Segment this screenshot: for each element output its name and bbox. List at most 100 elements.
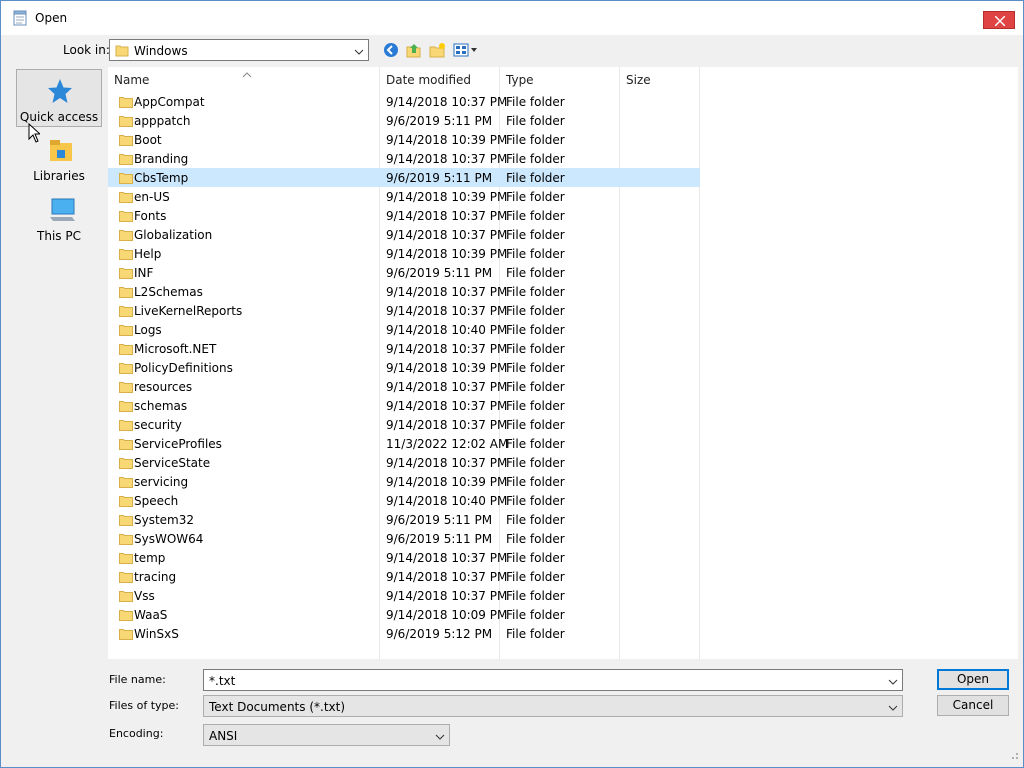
file-type-select[interactable]: Text Documents (*.txt) (203, 695, 903, 717)
file-row[interactable]: Help 9/14/2018 10:39 PM File folder (108, 244, 700, 263)
file-row[interactable]: Vss 9/14/2018 10:37 PM File folder (108, 586, 700, 605)
file-type: File folder (506, 209, 565, 223)
file-type: File folder (506, 228, 565, 242)
file-name-value: *.txt (209, 674, 236, 688)
file-row[interactable]: temp 9/14/2018 10:37 PM File folder (108, 548, 700, 567)
file-name: Speech (134, 494, 179, 508)
new-folder-icon[interactable] (429, 42, 447, 61)
file-row[interactable]: LiveKernelReports 9/14/2018 10:37 PM File … (108, 301, 700, 320)
file-row[interactable]: tracing 9/14/2018 10:37 PM File folder (108, 567, 700, 586)
resize-grip-icon[interactable] (1009, 749, 1019, 763)
file-row[interactable]: Logs 9/14/2018 10:40 PM File folder (108, 320, 700, 339)
file-date: 11/3/2022 12:02 AM (386, 437, 509, 451)
file-row[interactable]: WaaS 9/14/2018 10:09 PM File folder (108, 605, 700, 624)
folder-icon (119, 286, 133, 298)
folder-icon (119, 134, 133, 146)
file-row[interactable]: ServiceState 9/14/2018 10:37 PM File folde… (108, 453, 700, 472)
file-date: 9/14/2018 10:37 PM (386, 418, 508, 432)
file-date: 9/14/2018 10:37 PM (386, 228, 508, 242)
file-row[interactable]: Fonts 9/14/2018 10:37 PM File folder (108, 206, 700, 225)
file-name-input[interactable]: *.txt (203, 669, 903, 691)
place-quick-access[interactable]: Quick access (16, 69, 102, 127)
file-name: Boot (134, 133, 162, 147)
file-type: File folder (506, 551, 565, 565)
close-button[interactable] (983, 11, 1015, 29)
place-label: Libraries (33, 169, 85, 183)
open-button[interactable]: Open (937, 669, 1009, 690)
file-type: File folder (506, 532, 565, 546)
file-date: 9/14/2018 10:37 PM (386, 380, 508, 394)
file-row[interactable]: security 9/14/2018 10:37 PM File folder (108, 415, 700, 434)
file-type: File folder (506, 247, 565, 261)
folder-icon (119, 96, 133, 108)
place-this-pc[interactable]: This PC (16, 189, 102, 247)
look-in-combo[interactable]: Windows (109, 39, 369, 61)
file-type: File folder (506, 266, 565, 280)
folder-icon (119, 419, 133, 431)
chevron-down-icon (354, 45, 364, 59)
folder-icon (119, 628, 133, 640)
file-row[interactable]: System32 9/6/2019 5:11 PM File folder (108, 510, 700, 529)
file-row[interactable]: PolicyDefinitions 9/14/2018 10:39 PM File … (108, 358, 700, 377)
file-list[interactable]: Name Date modified Type Size AppCompat 9/… (108, 67, 1018, 659)
view-menu-icon[interactable] (453, 42, 479, 61)
file-date: 9/14/2018 10:37 PM (386, 570, 508, 584)
file-name: AppCompat (134, 95, 205, 109)
file-row[interactable]: AppCompat 9/14/2018 10:37 PM File folder (108, 92, 700, 111)
file-row[interactable]: CbsTemp 9/6/2019 5:11 PM File folder (108, 168, 700, 187)
file-row[interactable]: Branding 9/14/2018 10:37 PM File folder (108, 149, 700, 168)
file-type: File folder (506, 437, 565, 451)
file-date: 9/14/2018 10:09 PM (386, 608, 508, 622)
file-type: File folder (506, 361, 565, 375)
file-date: 9/14/2018 10:37 PM (386, 304, 508, 318)
star-icon (47, 78, 73, 107)
folder-icon (119, 571, 133, 583)
libraries-icon (48, 137, 74, 166)
encoding-label: Encoding: (109, 727, 164, 740)
file-date: 9/14/2018 10:40 PM (386, 323, 508, 337)
file-date: 9/14/2018 10:37 PM (386, 399, 508, 413)
file-type: File folder (506, 342, 565, 356)
file-name: ServiceProfiles (134, 437, 222, 451)
file-row[interactable]: SysWOW64 9/6/2019 5:11 PM File folder (108, 529, 700, 548)
folder-icon (119, 362, 133, 374)
sort-ascending-icon (242, 67, 252, 81)
column-header-name[interactable]: Name (114, 73, 149, 87)
file-date: 9/14/2018 10:39 PM (386, 361, 508, 375)
up-folder-icon[interactable] (406, 42, 422, 61)
window-title: Open (35, 11, 68, 25)
file-row[interactable]: resources 9/14/2018 10:37 PM File folder (108, 377, 700, 396)
folder-icon (119, 210, 133, 222)
file-row[interactable]: Speech 9/14/2018 10:40 PM File folder (108, 491, 700, 510)
file-type-label: Files of type: (109, 699, 180, 712)
file-row[interactable]: schemas 9/14/2018 10:37 PM File folder (108, 396, 700, 415)
chevron-down-icon (435, 730, 445, 744)
file-row[interactable]: en-US 9/14/2018 10:39 PM File folder (108, 187, 700, 206)
cancel-button[interactable]: Cancel (937, 695, 1009, 716)
back-icon[interactable] (383, 42, 399, 61)
file-type: File folder (506, 190, 565, 204)
file-row[interactable]: WinSxS 9/6/2019 5:12 PM File folder (108, 624, 700, 643)
file-row[interactable]: INF 9/6/2019 5:11 PM File folder (108, 263, 700, 282)
file-name: INF (134, 266, 154, 280)
file-row[interactable]: ServiceProfiles 11/3/2022 12:02 AM File fo… (108, 434, 700, 453)
folder-icon (119, 400, 133, 412)
column-header-type[interactable]: Type (506, 73, 534, 87)
folder-icon (115, 43, 129, 60)
mouse-pointer-icon (28, 122, 42, 146)
file-type: File folder (506, 399, 565, 413)
folder-icon (119, 229, 133, 241)
chevron-down-icon[interactable] (888, 675, 898, 689)
file-name: schemas (134, 399, 188, 413)
file-row[interactable]: Boot 9/14/2018 10:39 PM File folder (108, 130, 700, 149)
encoding-select[interactable]: ANSI (203, 724, 450, 746)
column-header-date[interactable]: Date modified (386, 73, 471, 87)
file-row[interactable]: Globalization 9/14/2018 10:37 PM File fold… (108, 225, 700, 244)
close-icon (995, 16, 1005, 26)
file-row[interactable]: apppatch 9/6/2019 5:11 PM File folder (108, 111, 700, 130)
file-row[interactable]: servicing 9/14/2018 10:39 PM File folder (108, 472, 700, 491)
file-row[interactable]: L2Schemas 9/14/2018 10:37 PM File folder (108, 282, 700, 301)
file-name: ServiceState (134, 456, 211, 470)
file-row[interactable]: Microsoft.NET 9/14/2018 10:37 PM File fold… (108, 339, 700, 358)
column-header-size[interactable]: Size (626, 73, 651, 87)
